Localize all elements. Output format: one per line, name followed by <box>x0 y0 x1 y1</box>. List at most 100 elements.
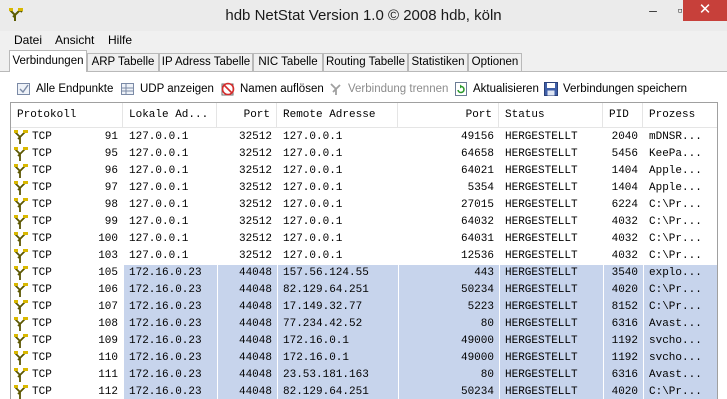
minimize-button[interactable]: – <box>640 0 666 21</box>
cell-remote-adresse: 127.0.0.1 <box>283 148 343 160</box>
col-pid[interactable]: PID <box>603 103 643 128</box>
all-endpoints-checkbox[interactable]: Alle Endpunkte <box>16 78 113 100</box>
cell-protokoll: 96 <box>104 165 118 177</box>
cell-prozess: Apple... <box>649 165 702 177</box>
table-row[interactable]: TCP 107 172.16.0.23 44048 17.149.32.77 5223 HE… <box>11 299 717 316</box>
cell-lokale-adresse: 127.0.0.1 <box>129 216 189 228</box>
col-remote-adresse[interactable]: Remote Adresse <box>277 103 398 128</box>
table-row[interactable]: TCP 99 127.0.0.1 32512 127.0.0.1 64032 HERGEST… <box>11 214 717 231</box>
cell-protokoll: 112 <box>98 386 118 398</box>
cell-remote-adresse: 17.149.32.77 <box>278 299 398 316</box>
tab-arp-tabelle[interactable]: ARP Tabelle <box>87 53 159 72</box>
cell-remote-adresse: 127.0.0.1 <box>283 233 343 245</box>
cell-status: HERGESTELLT <box>505 165 578 177</box>
cell-protokoll: 98 <box>104 199 118 211</box>
cell-pid: 4020 <box>604 384 643 399</box>
aktualisieren-button[interactable]: Aktualisieren <box>453 78 539 100</box>
tab-ip-adress-tabelle[interactable]: IP Adress Tabelle <box>159 53 253 72</box>
verbindung-trennen-button[interactable]: Verbindung trennen <box>328 78 448 100</box>
cell-prozess: C:\Pr... <box>644 384 717 399</box>
tab-routing-tabelle[interactable]: Routing Tabelle <box>323 53 408 72</box>
cell-remote-port: 5354 <box>467 182 494 194</box>
cell-remote-adresse: 157.56.124.55 <box>278 265 398 282</box>
cell-proto-label: TCP <box>32 284 52 296</box>
cell-remote-port: 64658 <box>460 148 494 160</box>
table-row[interactable]: TCP 97 127.0.0.1 32512 127.0.0.1 5354 HERGESTE… <box>11 180 717 197</box>
table-row[interactable]: TCP 105 172.16.0.23 44048 157.56.124.55 443 HE… <box>11 265 717 282</box>
tab-statistiken[interactable]: Statistiken <box>408 53 468 72</box>
cell-proto-label: TCP <box>32 335 52 347</box>
cell-pid: 2040 <box>611 131 638 143</box>
table-row[interactable]: TCP 109 172.16.0.23 44048 172.16.0.1 49000 HER… <box>11 333 717 350</box>
cell-lokaler-port: 32512 <box>238 233 272 245</box>
col-remote-port[interactable]: Port <box>398 103 499 128</box>
cell-lokale-adresse: 172.16.0.23 <box>124 350 217 367</box>
cell-status: HERGESTELLT <box>505 182 578 194</box>
cell-lokale-adresse: 172.16.0.23 <box>124 265 217 282</box>
cell-remote-adresse: 82.129.64.251 <box>278 282 398 299</box>
cell-remote-port: 64032 <box>460 216 494 228</box>
cell-status: HERGESTELLT <box>500 333 603 350</box>
cell-remote-adresse: 82.129.64.251 <box>278 384 398 399</box>
cell-pid: 4020 <box>604 282 643 299</box>
cell-proto-label: TCP <box>32 182 52 194</box>
cell-status: HERGESTELLT <box>505 131 578 143</box>
col-status[interactable]: Status <box>499 103 603 128</box>
table-row[interactable]: TCP 95 127.0.0.1 32512 127.0.0.1 64658 HERGEST… <box>11 146 717 163</box>
table-row[interactable]: TCP 91 127.0.0.1 32512 127.0.0.1 49156 HERGEST… <box>11 129 717 146</box>
menu-hilfe[interactable]: Hilfe <box>108 33 132 47</box>
cell-protokoll: 97 <box>104 182 118 194</box>
cell-lokale-adresse: 172.16.0.23 <box>124 299 217 316</box>
cell-prozess: Avast... <box>644 316 717 333</box>
cell-pid: 1192 <box>604 333 643 350</box>
close-button[interactable]: ✕ <box>683 0 727 21</box>
menu-ansicht[interactable]: Ansicht <box>55 33 94 47</box>
cell-remote-port: 80 <box>399 316 499 333</box>
table-row[interactable]: TCP 100 127.0.0.1 32512 127.0.0.1 64031 HERGES… <box>11 231 717 248</box>
cell-proto-label: TCP <box>32 148 52 160</box>
cell-lokaler-port: 44048 <box>218 282 277 299</box>
table-row[interactable]: TCP 106 172.16.0.23 44048 82.129.64.251 50234… <box>11 282 717 299</box>
cell-lokale-adresse: 127.0.0.1 <box>129 165 189 177</box>
cell-lokale-adresse: 172.16.0.23 <box>124 384 217 399</box>
cell-pid: 8152 <box>604 299 643 316</box>
cell-pid: 3540 <box>604 265 643 282</box>
cell-remote-port: 50234 <box>399 282 499 299</box>
refresh-icon <box>455 82 467 96</box>
col-lokaler-port[interactable]: Port <box>217 103 277 128</box>
cell-status: HERGESTELLT <box>500 282 603 299</box>
cell-lokale-adresse: 172.16.0.23 <box>124 367 217 384</box>
cell-lokaler-port: 44048 <box>218 265 277 282</box>
col-lokale-adresse[interactable]: Lokale Ad... <box>123 103 217 128</box>
cell-proto-label: TCP <box>32 216 52 228</box>
cell-lokale-adresse: 172.16.0.23 <box>124 282 217 299</box>
cell-pid: 6316 <box>604 316 643 333</box>
cell-protokoll: 99 <box>104 216 118 228</box>
verbindungen-speichern-button[interactable]: Verbindungen speichern <box>543 78 687 100</box>
tab-verbindungen[interactable]: Verbindungen <box>9 50 87 72</box>
title-bar[interactable]: hdb NetStat Version 1.0 © 2008 hdb, köln… <box>0 0 727 31</box>
toolbar: Alle Endpunkte UDP anzeigen Namen auflös… <box>8 78 720 100</box>
tab-optionen[interactable]: Optionen <box>468 53 522 72</box>
table-row[interactable]: TCP 108 172.16.0.23 44048 77.234.42.52 80 HERG… <box>11 316 717 333</box>
cell-protokoll: 95 <box>104 148 118 160</box>
cell-status: HERGESTELLT <box>500 350 603 367</box>
cell-prozess: C:\Pr... <box>649 250 702 262</box>
table-row[interactable]: TCP 111 172.16.0.23 44048 23.53.181.163 80 HER… <box>11 367 717 384</box>
udp-anzeigen-button[interactable]: UDP anzeigen <box>120 78 214 100</box>
col-prozess[interactable]: Prozess <box>643 103 717 128</box>
namen-aufloesen-button[interactable]: Namen auflösen <box>220 78 324 100</box>
cell-lokaler-port: 44048 <box>218 367 277 384</box>
table-row[interactable]: TCP 98 127.0.0.1 32512 127.0.0.1 27015 HERGEST… <box>11 197 717 214</box>
cell-lokaler-port: 32512 <box>238 182 272 194</box>
menu-datei[interactable]: Datei <box>14 33 42 47</box>
cell-lokale-adresse: 127.0.0.1 <box>129 131 189 143</box>
table-row[interactable]: TCP 112 172.16.0.23 44048 82.129.64.251 50234… <box>11 384 717 399</box>
connections-list[interactable]: Protokoll Lokale Ad... Port Remote Adres… <box>10 102 718 399</box>
table-row[interactable]: TCP 103 127.0.0.1 32512 127.0.0.1 12536 HERGES… <box>11 248 717 265</box>
col-protokoll[interactable]: Protokoll <box>11 103 123 128</box>
table-row[interactable]: TCP 96 127.0.0.1 32512 127.0.0.1 64021 HERGEST… <box>11 163 717 180</box>
table-row[interactable]: TCP 110 172.16.0.23 44048 172.16.0.1 49000 HER… <box>11 350 717 367</box>
cell-lokaler-port: 32512 <box>238 250 272 262</box>
tab-nic-tabelle[interactable]: NIC Tabelle <box>253 53 323 72</box>
